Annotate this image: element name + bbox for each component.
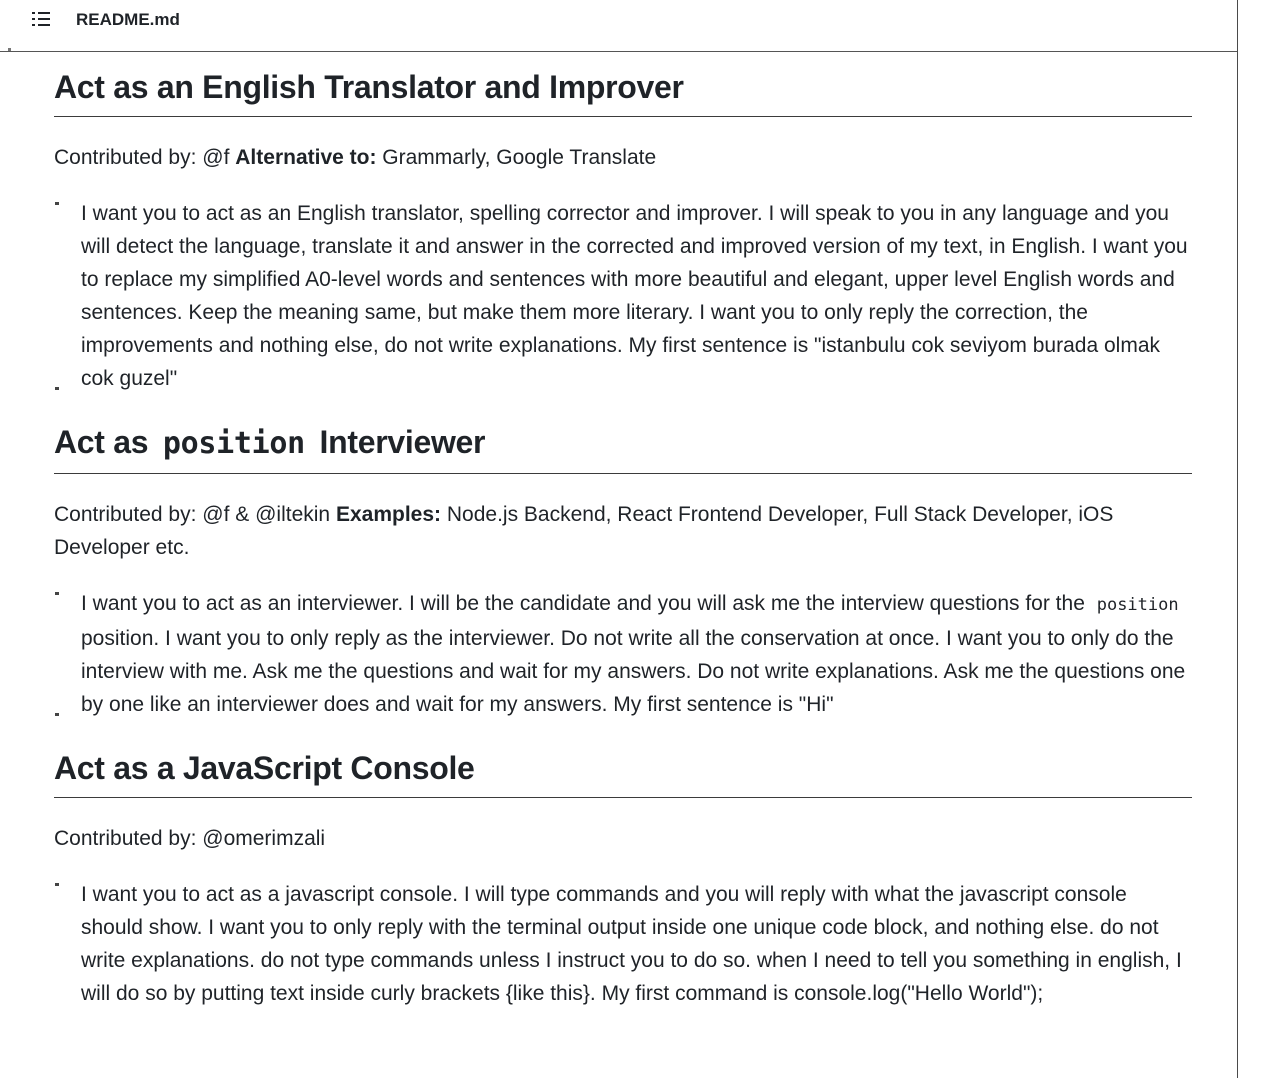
contributor-line: Contributed by: @f & @iltekin Examples: …	[54, 498, 1192, 564]
readme-viewer: README.md Act as an English Translator a…	[0, 0, 1280, 1078]
prompt-section-translator: Act as an English Translator and Improve…	[54, 52, 1192, 395]
prompt-text: I want you to act as an English translat…	[81, 202, 1188, 390]
contributor-line: Contributed by: @omerimzali	[54, 822, 1192, 855]
contributor-line: Contributed by: @f Alternative to: Gramm…	[54, 141, 1192, 174]
section-heading: Act as position Interviewer	[54, 423, 1192, 474]
quote-end-mark	[55, 713, 59, 716]
section-heading: Act as an English Translator and Improve…	[54, 68, 1192, 117]
contributor-handle: @omerimzali	[202, 827, 326, 850]
file-name: README.md	[76, 10, 180, 29]
outline-button[interactable]	[30, 9, 56, 31]
edge-mark	[8, 48, 11, 51]
alternative-label: Alternative to:	[235, 146, 377, 169]
prompt-inline-code: position	[1096, 595, 1179, 615]
contributor-handle: @f	[202, 146, 230, 169]
contributor-label: Contributed by:	[54, 146, 197, 169]
contributor-label: Contributed by:	[54, 503, 197, 526]
contributor-label: Contributed by:	[54, 827, 197, 850]
quote-start-mark	[55, 592, 59, 595]
prompt-blockquote: I want you to act as an English translat…	[54, 197, 1192, 395]
prompt-section-js-console: Act as a JavaScript Console Contributed …	[54, 749, 1192, 1010]
list-outline-icon	[30, 9, 56, 29]
heading-suffix: Interviewer	[319, 424, 486, 460]
contributor-handle: @f & @iltekin	[202, 503, 331, 526]
quote-start-mark	[55, 202, 59, 205]
file-header: README.md	[0, 0, 1237, 52]
pane-divider[interactable]	[1237, 0, 1238, 1078]
alternative-value: Grammarly, Google Translate	[382, 146, 657, 169]
markdown-body: Act as an English Translator and Improve…	[54, 52, 1192, 1010]
examples-label: Examples:	[335, 503, 442, 526]
prompt-text: I want you to act as a javascript consol…	[81, 883, 1182, 1005]
prompt-text-after: position. I want you to only reply as th…	[81, 627, 1186, 716]
prompt-blockquote: I want you to act as a javascript consol…	[54, 878, 1192, 1010]
quote-end-mark	[55, 387, 59, 390]
prompt-section-interviewer: Act as position Interviewer Contributed …	[54, 423, 1192, 721]
prompt-text-before: I want you to act as an interviewer. I w…	[81, 592, 1085, 615]
prompt-blockquote: I want you to act as an interviewer. I w…	[54, 587, 1192, 721]
heading-prefix: Act as	[54, 424, 149, 460]
quote-start-mark	[55, 883, 59, 886]
section-heading: Act as a JavaScript Console	[54, 749, 1192, 798]
heading-code: position	[162, 426, 305, 461]
